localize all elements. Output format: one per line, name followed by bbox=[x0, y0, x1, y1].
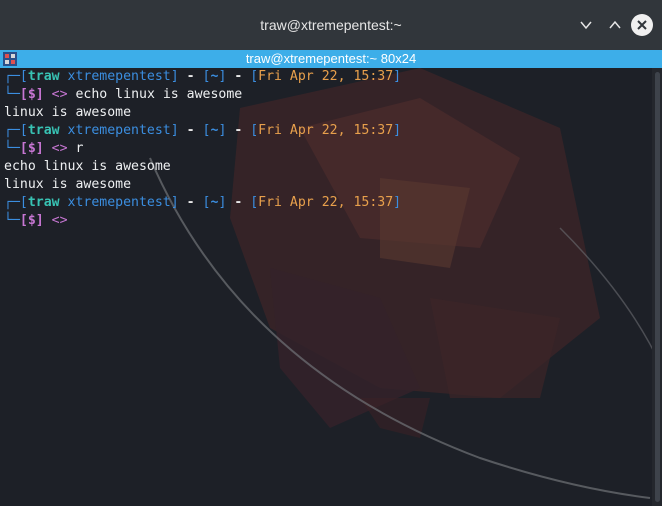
scrollbar-thumb[interactable] bbox=[655, 72, 660, 502]
prompt-header-line: ┌─[traw xtremepentest] - [~] - [Fri Apr … bbox=[4, 194, 401, 212]
prompt-datetime: Fri Apr 22, 15:37 bbox=[258, 123, 394, 138]
maximize-button[interactable] bbox=[604, 14, 626, 36]
prompt-datetime: Fri Apr 22, 15:37 bbox=[258, 69, 394, 84]
prompt-host: xtremepentest bbox=[59, 123, 171, 138]
command-text bbox=[68, 213, 76, 228]
prompt-frame: └─ bbox=[4, 87, 20, 102]
command-text: r bbox=[67, 141, 84, 156]
prompt-separator: - bbox=[226, 69, 251, 84]
prompt-frame: [ bbox=[250, 69, 259, 84]
prompt-separator: - bbox=[226, 123, 251, 138]
prompt-frame: [ bbox=[250, 195, 259, 210]
prompt-arrow: <> bbox=[43, 87, 68, 102]
window-title: traw@xtremepentest:~ bbox=[260, 17, 402, 33]
prompt-user: traw bbox=[27, 69, 60, 84]
prompt-frame: ] bbox=[393, 69, 402, 84]
prompt-frame: ] bbox=[393, 123, 402, 138]
prompt-header-line: ┌─[traw xtremepentest] - [~] - [Fri Apr … bbox=[4, 68, 401, 86]
minimize-button[interactable] bbox=[575, 14, 597, 36]
prompt-frame: ┌─[ bbox=[4, 195, 28, 210]
prompt-separator: - bbox=[178, 69, 203, 84]
prompt-host: xtremepentest bbox=[59, 69, 171, 84]
prompt-header-line: ┌─[traw xtremepentest] - [~] - [Fri Apr … bbox=[4, 122, 401, 140]
prompt-frame: └─ bbox=[4, 213, 20, 228]
terminal-output[interactable]: ┌─[traw xtremepentest] - [~] - [Fri Apr … bbox=[4, 68, 401, 230]
prompt-frame: ] bbox=[393, 195, 402, 210]
prompt-separator: - bbox=[178, 195, 203, 210]
output-line: linux is awesome bbox=[4, 105, 132, 120]
prompt-frame: [ bbox=[250, 123, 259, 138]
title-bar[interactable]: traw@xtremepentest:~ bbox=[0, 0, 662, 50]
prompt-separator: - bbox=[226, 195, 251, 210]
scrollbar[interactable] bbox=[652, 68, 662, 506]
prompt-separator: - bbox=[178, 123, 203, 138]
prompt-frame: └─ bbox=[4, 141, 20, 156]
prompt-input-line[interactable]: └─[$] <> bbox=[4, 212, 401, 230]
prompt-symbol: [$] bbox=[19, 213, 44, 228]
prompt-host: xtremepentest bbox=[59, 195, 171, 210]
prompt-arrow: <> bbox=[43, 141, 68, 156]
prompt-frame: ┌─[ bbox=[4, 123, 28, 138]
output-line: linux is awesome bbox=[4, 177, 132, 192]
prompt-user: traw bbox=[27, 195, 60, 210]
prompt-input-line[interactable]: └─[$] <> echo linux is awesome bbox=[4, 86, 401, 104]
close-icon bbox=[637, 20, 647, 30]
tab-bar[interactable]: traw@xtremepentest:~ 80x24 bbox=[0, 50, 662, 68]
chevron-up-icon bbox=[609, 20, 621, 29]
prompt-input-line[interactable]: └─[$] <> r bbox=[4, 140, 401, 158]
prompt-symbol: [$] bbox=[19, 87, 44, 102]
prompt-datetime: Fri Apr 22, 15:37 bbox=[258, 195, 394, 210]
prompt-user: traw bbox=[27, 123, 60, 138]
terminal-area[interactable]: ┌─[traw xtremepentest] - [~] - [Fri Apr … bbox=[0, 68, 662, 506]
prompt-arrow: <> bbox=[43, 213, 68, 228]
prompt-frame: ] bbox=[170, 123, 179, 138]
prompt-frame: ] bbox=[170, 69, 179, 84]
close-button[interactable] bbox=[631, 14, 653, 36]
prompt-frame: ┌─[ bbox=[4, 69, 28, 84]
prompt-frame: ] bbox=[170, 195, 179, 210]
prompt-symbol: [$] bbox=[19, 141, 44, 156]
tab-title: traw@xtremepentest:~ 80x24 bbox=[245, 51, 417, 66]
chevron-down-icon bbox=[580, 21, 592, 30]
command-text: echo linux is awesome bbox=[67, 87, 243, 102]
terminal-window: traw@xtremepentest:~ traw@xtremepentest:… bbox=[0, 0, 662, 506]
output-line: echo linux is awesome bbox=[4, 159, 171, 174]
